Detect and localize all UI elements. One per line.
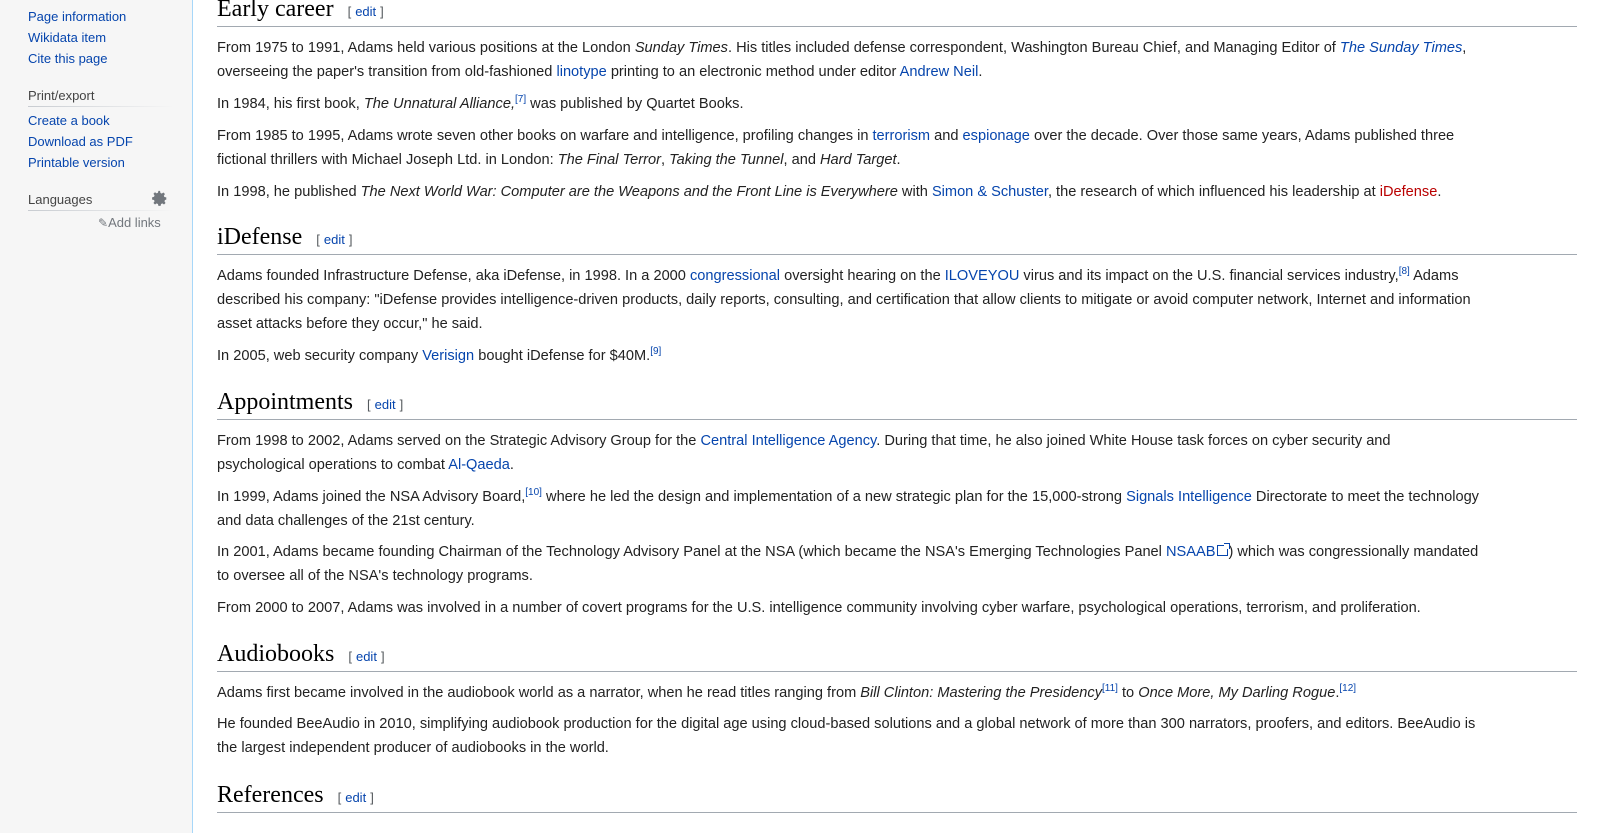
citation-7[interactable]: [7] [515,94,526,105]
section-title: iDefense [217,224,303,250]
link-verisign[interactable]: Verisign [422,348,474,364]
paragraph: Adams first became involved in the audio… [217,683,1357,701]
link-espionage[interactable]: espionage [963,128,1030,144]
paragraph: In 2005, web security company Verisign b… [217,346,662,364]
link-cia[interactable]: Central Intelligence Agency [700,433,876,449]
link-andrew-neil[interactable]: Andrew Neil [900,64,979,80]
sidebar-item-download-pdf[interactable]: Download as PDF [28,134,133,149]
sidebar-item-create-a-book[interactable]: Create a book [28,113,110,128]
sidebar-item-printable-version[interactable]: Printable version [28,155,125,170]
pencil-icon: ✎ [98,216,109,230]
link-the-sunday-times[interactable]: The Sunday Times [1340,40,1462,56]
link-simon-schuster[interactable]: Simon & Schuster [932,184,1048,200]
paragraph: From 1998 to 2002, Adams served on the S… [217,433,1391,473]
link-congressional[interactable]: congressional [690,268,780,284]
section-heading-appointments: Appointments [edit] [217,389,1577,420]
edit-link[interactable]: edit [356,649,377,664]
sidebar-item-wikidata-item[interactable]: Wikidata item [28,30,106,45]
citation-10[interactable]: [10] [525,487,542,498]
paragraph: In 1999, Adams joined the NSA Advisory B… [217,487,1479,529]
section-title: Early career [217,0,334,22]
paragraph: From 2000 to 2007, Adams was involved in… [217,600,1421,616]
edit-section: [edit] [348,649,385,664]
link-al-qaeda[interactable]: Al-Qaeda [448,457,510,473]
section-title: References [217,782,324,808]
section-heading-idefense: iDefense [edit] [217,224,1577,255]
sidebar-divider [28,106,174,107]
edit-section: [edit] [316,232,353,247]
edit-link[interactable]: edit [375,397,396,412]
edit-section: [edit] [347,4,384,19]
paragraph: Adams founded Infrastructure Defense, ak… [217,266,1471,332]
paragraph: From 1985 to 1995, Adams wrote seven oth… [217,128,1455,168]
section-heading-audiobooks: Audiobooks [edit] [217,641,1577,672]
sidebar-heading-print-export[interactable]: Print/export [28,88,94,103]
edit-section: [edit] [367,397,404,412]
paragraph: From 1975 to 1991, Adams held various po… [217,40,1467,80]
sidebar-heading-languages[interactable]: Languages [28,192,92,207]
citation-11[interactable]: [11] [1102,683,1118,694]
citation-8[interactable]: [8] [1399,266,1410,277]
sidebar-item-page-information[interactable]: Page information [28,9,126,24]
link-nsaab-external[interactable]: NSAAB [1166,543,1231,560]
citation-9[interactable]: [9] [650,346,661,357]
link-iloveyou[interactable]: ILOVEYOU [945,268,1020,284]
link-linotype[interactable]: linotype [556,64,606,80]
edit-link[interactable]: edit [355,4,376,19]
external-link-icon [1217,543,1231,556]
sidebar: Page information Wikidata item Cite this… [0,0,192,833]
paragraph: In 1984, his first book, The Unnatural A… [217,94,744,112]
gear-icon[interactable] [151,190,168,212]
paragraph: In 1998, he published The Next World War… [217,184,1442,200]
add-links-label: Add links [108,215,161,230]
edit-link[interactable]: edit [324,232,345,247]
link-terrorism[interactable]: terrorism [873,128,931,144]
main-content: Early career [edit] From 1975 to 1991, Ad… [192,0,1600,833]
edit-section: [edit] [337,790,374,805]
paragraph: He founded BeeAudio in 2010, simplifying… [217,716,1476,756]
section-heading-references: References [edit] [217,782,1577,813]
add-links-button[interactable]: ✎Add links [98,215,161,230]
section-title: Appointments [217,389,353,415]
citation-12[interactable]: [12] [1339,683,1356,694]
sidebar-divider [28,210,174,211]
link-idefense-redlink[interactable]: iDefense [1380,184,1438,200]
sidebar-item-cite-this-page[interactable]: Cite this page [28,51,108,66]
paragraph: In 2001, Adams became founding Chairman … [217,543,1479,584]
edit-link[interactable]: edit [345,790,366,805]
link-signals-intelligence[interactable]: Signals Intelligence [1126,489,1252,505]
section-title: Audiobooks [217,641,335,667]
section-heading-early-career: Early career [edit] [217,0,1577,27]
